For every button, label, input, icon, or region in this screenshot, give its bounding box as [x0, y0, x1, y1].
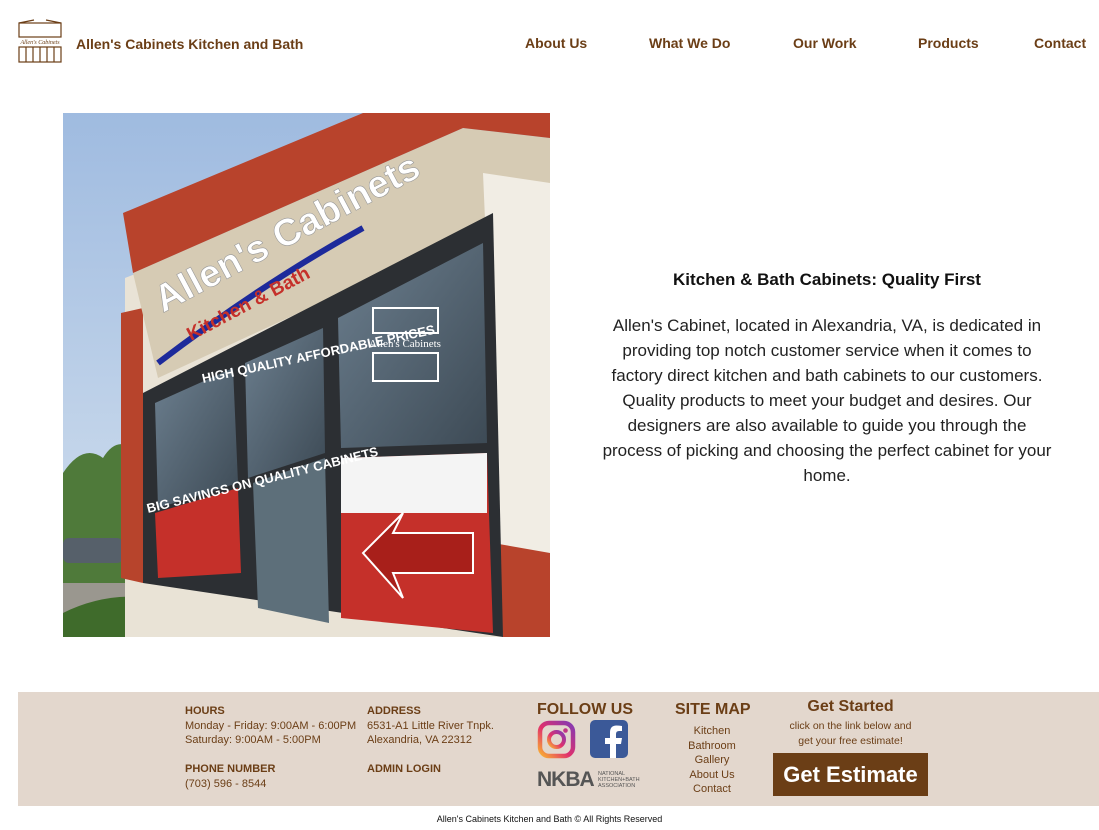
nkba-logo[interactable]: NKBA NATIONAL KITCHEN+BATH ASSOCIATION	[537, 766, 641, 791]
nkba-letters: NKBA	[537, 768, 594, 790]
sitemap-list: Kitchen Bathroom Gallery About Us Contac…	[675, 724, 749, 797]
site-title[interactable]: Allen's Cabinets Kitchen and Bath	[76, 36, 303, 52]
nav-products[interactable]: Products	[918, 35, 979, 51]
logo-text: Allen's Cabinets	[19, 40, 60, 46]
hours-label: HOURS	[185, 705, 225, 717]
phone-label: PHONE NUMBER	[185, 763, 276, 775]
phone-number[interactable]: (703) 596 - 8544	[185, 777, 266, 791]
instagram-icon[interactable]	[537, 720, 576, 759]
sitemap-heading: SITE MAP	[675, 701, 751, 718]
address-line1: 6531-A1 Little River Tnpk.	[367, 720, 494, 732]
get-estimate-button[interactable]: Get Estimate	[773, 753, 928, 796]
get-started-sub1: click on the link below and	[789, 720, 912, 732]
hours-weekday: Monday - Friday: 9:00AM - 6:00PM	[185, 720, 357, 732]
address-line2: Alexandria, VA 22312	[367, 734, 472, 746]
sitemap-link-gallery[interactable]: Gallery	[675, 753, 749, 768]
facebook-icon[interactable]	[590, 720, 628, 758]
storefront-photo: Allen's Cabinets Kitchen & Bath Allen's …	[63, 113, 550, 637]
intro-body: Allen's Cabinet, located in Alexandria, …	[602, 316, 1052, 485]
get-started-sub2: get your free estimate!	[798, 735, 903, 747]
nkba-text-association: ASSOCIATION	[598, 783, 635, 789]
address-label: ADDRESS	[367, 705, 421, 717]
copyright: Allen's Cabinets Kitchen and Bath © All …	[436, 814, 663, 824]
logo-icon[interactable]: Allen's Cabinets	[16, 19, 64, 65]
sitemap-link-contact[interactable]: Contact	[675, 782, 749, 797]
sitemap-link-kitchen[interactable]: Kitchen	[675, 724, 749, 739]
sitemap-link-about-us[interactable]: About Us	[675, 768, 749, 783]
get-started-heading: Get Started	[807, 698, 894, 715]
nav-what-we-do[interactable]: What We Do	[649, 35, 730, 51]
nav-contact[interactable]: Contact	[1034, 35, 1086, 51]
hours-saturday: Saturday: 9:00AM - 5:00PM	[185, 734, 321, 746]
admin-login-link[interactable]: ADMIN LOGIN	[367, 763, 441, 775]
sitemap-link-bathroom[interactable]: Bathroom	[675, 739, 749, 754]
nav-our-work[interactable]: Our Work	[793, 35, 857, 51]
nav-about-us[interactable]: About Us	[525, 35, 587, 51]
follow-us-heading: FOLLOW US	[537, 701, 633, 718]
intro-title: Kitchen & Bath Cabinets: Quality First	[673, 270, 981, 289]
